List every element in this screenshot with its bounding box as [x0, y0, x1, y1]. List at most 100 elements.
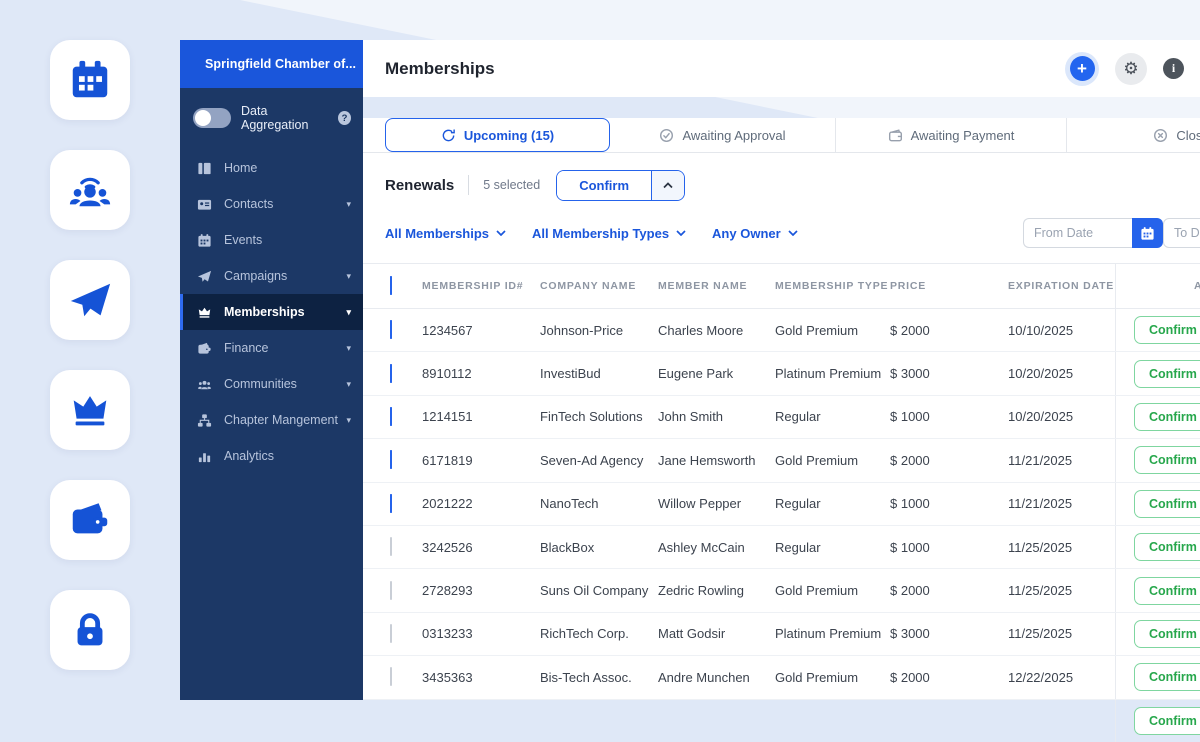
wallet-icon: [888, 128, 902, 141]
sidebar-item-contacts[interactable]: Contacts ▾: [180, 186, 363, 222]
lock-icon: [77, 613, 103, 646]
sidebar-item-home[interactable]: Home: [180, 150, 363, 186]
table-row-partial: Confirm: [363, 699, 1200, 742]
row-confirm-button[interactable]: Confirm: [1134, 533, 1200, 562]
filter-bar: All Memberships All Membership Types Any…: [385, 216, 1200, 250]
row-confirm-button[interactable]: Confirm: [1134, 316, 1200, 345]
col-membership-type: MEMBERSHIP TYPE: [775, 280, 889, 292]
data-aggregation-label: Data Aggregation: [241, 104, 309, 132]
calendar-icon: [1141, 226, 1154, 240]
row-checkbox[interactable]: [390, 580, 392, 600]
select-all-checkbox[interactable]: [390, 276, 392, 295]
row-checkbox[interactable]: [390, 537, 392, 557]
crown-icon: [73, 396, 107, 426]
info-icon: i: [1171, 61, 1176, 75]
row-checkbox[interactable]: [390, 320, 392, 340]
users-icon: [197, 380, 212, 389]
paper-plane-icon: [197, 270, 212, 282]
rail-community-card[interactable]: [50, 150, 130, 230]
row-checkbox[interactable]: [390, 623, 392, 643]
row-confirm-button[interactable]: Confirm: [1134, 359, 1200, 388]
sidebar: Springfield Chamber of... Data Aggregati…: [180, 40, 363, 700]
sidebar-item-memberships[interactable]: Memberships ▾: [180, 294, 363, 330]
chevron-down-icon: [676, 230, 686, 236]
from-date-calendar-button[interactable]: [1132, 218, 1163, 248]
rail-finance-card[interactable]: [50, 480, 130, 560]
settings-button[interactable]: ⚙: [1115, 52, 1147, 85]
crown-icon: [198, 307, 211, 318]
help-icon[interactable]: ?: [337, 111, 351, 125]
data-aggregation-toggle[interactable]: [193, 108, 231, 128]
sidebar-header: Springfield Chamber of...: [180, 40, 363, 88]
selected-count: 5 selected: [483, 178, 541, 192]
row-confirm-button[interactable]: Confirm: [1134, 446, 1200, 475]
tab-awaiting-approval[interactable]: Awaiting Approval: [610, 118, 835, 152]
main-area: Memberships + ⚙ i Upcoming (15) Awaiting…: [363, 40, 1200, 742]
table-row: 0313233 RichTech Corp. Matt Godsir Plati…: [363, 612, 1200, 657]
home-icon: [198, 162, 211, 174]
confirm-split-button: Confirm: [556, 169, 686, 201]
community-icon: [69, 177, 111, 207]
page-header: Memberships + ⚙ i: [363, 40, 1200, 97]
table-row: 1234567 Johnson-Price Charles Moore Gold…: [363, 309, 1200, 353]
x-circle-icon: [1154, 128, 1168, 142]
add-button[interactable]: +: [1065, 51, 1099, 86]
row-confirm-button[interactable]: Confirm: [1134, 489, 1200, 518]
from-date-group: [1023, 218, 1163, 248]
sidebar-item-campaigns[interactable]: Campaigns ▾: [180, 258, 363, 294]
chevron-down-icon: ▾: [346, 378, 351, 389]
wallet-icon: [198, 342, 211, 354]
table-row: 2728293 Suns Oil Company Zedric Rowling …: [363, 569, 1200, 613]
row-confirm-button[interactable]: Confirm: [1134, 706, 1200, 735]
row-confirm-button[interactable]: Confirm: [1134, 619, 1200, 648]
row-confirm-button[interactable]: Confirm: [1134, 576, 1200, 605]
table-row: 8910112 InvestiBud Eugene Park Platinum …: [363, 352, 1200, 396]
confirm-dropdown-toggle[interactable]: [651, 170, 685, 200]
sidebar-item-communities[interactable]: Communities ▾: [180, 366, 363, 402]
tab-close[interactable]: Close: [1066, 118, 1200, 152]
col-company-name: COMPANY NAME: [540, 280, 637, 292]
sidebar-item-chapter-management[interactable]: Chapter Mangement ▾: [180, 402, 363, 438]
refresh-icon: [442, 128, 455, 141]
row-checkbox[interactable]: [390, 493, 392, 513]
check-circle-icon: [660, 128, 674, 142]
confirm-button[interactable]: Confirm: [557, 170, 652, 200]
filter-all-memberships[interactable]: All Memberships: [385, 226, 506, 241]
info-button[interactable]: i: [1163, 58, 1184, 79]
tab-upcoming[interactable]: Upcoming (15): [385, 118, 610, 152]
app-rail: [0, 0, 180, 700]
row-confirm-button[interactable]: Confirm: [1134, 663, 1200, 692]
filter-membership-types[interactable]: All Membership Types: [532, 226, 686, 241]
from-date-input[interactable]: [1023, 218, 1132, 248]
chevron-down-icon: ▾: [346, 306, 351, 317]
to-date-input[interactable]: [1163, 218, 1200, 248]
tab-awaiting-payment[interactable]: Awaiting Payment: [835, 118, 1066, 152]
rail-campaigns-card[interactable]: [50, 260, 130, 340]
row-checkbox[interactable]: [390, 406, 392, 426]
col-member-name: MEMBER NAME: [658, 280, 748, 292]
rail-memberships-card[interactable]: [50, 370, 130, 450]
table-row: 6171819 Seven-Ad Agency Jane Hemsworth G…: [363, 439, 1200, 483]
section-title: Renewals: [385, 176, 455, 194]
sidebar-item-events[interactable]: Events: [180, 222, 363, 258]
bar-chart-icon: [198, 452, 211, 462]
chevron-down-icon: [496, 230, 506, 236]
row-checkbox[interactable]: [390, 667, 392, 687]
org-title: Springfield Chamber of...: [205, 57, 357, 71]
sidebar-item-analytics[interactable]: Analytics: [180, 438, 363, 474]
contacts-icon: [197, 199, 212, 210]
add-icon: +: [1069, 56, 1095, 81]
sidebar-item-finance[interactable]: Finance ▾: [180, 330, 363, 366]
row-confirm-button[interactable]: Confirm: [1134, 402, 1200, 431]
row-checkbox[interactable]: [390, 450, 392, 470]
chevron-up-icon: [663, 181, 673, 188]
chevron-down-icon: ▾: [346, 414, 351, 425]
row-checkbox[interactable]: [390, 363, 392, 383]
col-membership-id: MEMBERSHIP ID#: [422, 280, 524, 292]
header-actions: + ⚙ i: [1065, 51, 1184, 86]
rail-calendar-card[interactable]: [50, 40, 130, 120]
rail-security-card[interactable]: [50, 590, 130, 670]
chevron-down-icon: [788, 230, 798, 236]
page-title: Memberships: [385, 58, 495, 78]
filter-any-owner[interactable]: Any Owner: [712, 226, 798, 241]
